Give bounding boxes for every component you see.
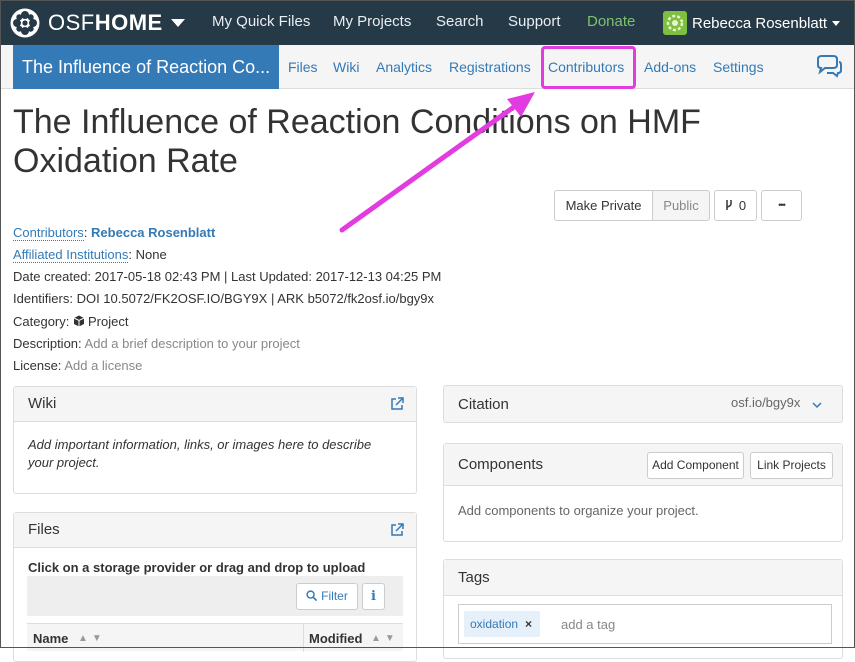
comments-icon[interactable] — [816, 55, 842, 79]
user-caret-down-icon — [832, 20, 841, 26]
make-private-button[interactable]: Make Private — [554, 190, 653, 221]
dates-line: Date created: 2017-05-18 02:43 PM | Last… — [13, 269, 442, 284]
tags-panel: Tags oxidation × — [443, 559, 843, 659]
fork-button[interactable]: 0 — [714, 190, 757, 221]
files-upload-hint: Click on a storage provider or drag and … — [28, 560, 366, 575]
citation-url: osf.io/bgy9x — [731, 395, 801, 410]
category-label: Category: — [13, 314, 70, 329]
nav-search[interactable]: Search — [436, 13, 484, 30]
tag-label: oxidation — [470, 617, 519, 631]
tags-input-box[interactable]: oxidation × — [458, 604, 832, 644]
files-panel: Files Click on a storage provider or dra… — [13, 512, 417, 662]
chevron-down-icon[interactable] — [812, 400, 822, 410]
wiki-panel-title: Wiki — [28, 395, 57, 412]
user-menu[interactable]: Rebecca Rosenblatt — [663, 10, 841, 36]
page-title: The Influence of Reaction Conditions on … — [13, 103, 701, 180]
tab-files[interactable]: Files — [288, 59, 318, 75]
tab-registrations[interactable]: Registrations — [449, 59, 531, 75]
tag-chip: oxidation × — [464, 611, 541, 637]
user-name: Rebecca Rosenblatt — [692, 14, 828, 32]
nav-my-quick-files[interactable]: My Quick Files — [212, 13, 310, 30]
nav-donate[interactable]: Donate — [587, 13, 635, 30]
link-projects-button[interactable]: Link Projects — [750, 452, 833, 479]
files-panel-heading: Files — [14, 513, 416, 548]
components-panel: Components Add Component Link Projects A… — [443, 443, 843, 542]
external-link-icon[interactable] — [390, 523, 404, 537]
project-title-tab[interactable]: The Influence of Reaction Co... — [13, 45, 279, 89]
fork-icon — [726, 200, 732, 210]
search-icon — [306, 590, 318, 602]
citation-panel[interactable]: Citation osf.io/bgy9x — [443, 385, 843, 423]
description-label: Description: — [13, 336, 82, 351]
info-button[interactable]: i — [362, 583, 385, 610]
filter-button[interactable]: Filter — [296, 583, 358, 610]
citation-panel-title: Citation — [458, 396, 509, 413]
col-header-name[interactable]: Name — [33, 631, 68, 646]
files-toolbar: Filter i — [27, 576, 403, 616]
category-line: Category: Project — [13, 314, 128, 329]
wiki-panel-heading: Wiki — [14, 387, 416, 422]
more-options-button[interactable]: ••• — [761, 190, 802, 221]
avatar — [663, 11, 687, 35]
tab-settings[interactable]: Settings — [713, 59, 764, 75]
contributors-label-link[interactable]: Contributors — [13, 225, 84, 241]
affiliated-institutions-line: Affiliated Institutions: None — [13, 247, 167, 263]
remove-tag-icon[interactable]: × — [525, 617, 532, 631]
description-line: Description: Add a brief description to … — [13, 336, 300, 351]
osf-home-brand[interactable]: OSFHOME — [10, 7, 185, 39]
external-link-icon[interactable] — [390, 397, 404, 411]
brand-name: OSFHOME — [48, 10, 163, 35]
contributors-line: Contributors: Rebecca Rosenblatt — [13, 225, 216, 241]
identifiers-line: Identifiers: DOI 10.5072/FK2OSF.IO/BGY9X… — [13, 291, 435, 306]
tab-contributors[interactable]: Contributors — [548, 59, 624, 75]
components-panel-title: Components — [458, 456, 544, 473]
col-header-modified[interactable]: Modified — [309, 631, 362, 646]
project-subnav: The Influence of Reaction Co... Files Wi… — [0, 45, 855, 89]
license-label: License: — [13, 358, 62, 373]
wiki-empty-text: Add important information, links, or ima… — [28, 437, 372, 470]
add-component-button[interactable]: Add Component — [647, 452, 744, 479]
osf-logo-icon — [10, 8, 40, 38]
components-empty-text: Add components to organize your project. — [458, 503, 699, 518]
components-panel-heading: Components Add Component Link Projects — [444, 444, 842, 486]
filter-label: Filter — [321, 589, 348, 603]
nav-support[interactable]: Support — [508, 13, 561, 30]
cube-icon — [73, 315, 85, 327]
tab-wiki[interactable]: Wiki — [333, 59, 359, 75]
tab-analytics[interactable]: Analytics — [376, 59, 432, 75]
fork-count: 0 — [738, 198, 747, 213]
affiliated-institutions-value: None — [135, 247, 167, 262]
tags-panel-title: Tags — [458, 569, 490, 586]
sort-modified-arrows-icon[interactable]: ▲▼ — [371, 633, 399, 644]
add-tag-input[interactable] — [559, 613, 759, 635]
license-editable[interactable]: Add a license — [64, 358, 142, 373]
tab-add-ons[interactable]: Add-ons — [644, 59, 696, 75]
public-button[interactable]: Public — [653, 190, 710, 221]
affiliated-institutions-link[interactable]: Affiliated Institutions — [13, 247, 129, 263]
top-navbar: OSFHOME My Quick Files My Projects Searc… — [0, 0, 855, 45]
files-panel-title: Files — [28, 521, 60, 538]
files-table-header: Name ▲▼ Modified ▲▼ — [27, 623, 403, 652]
contributor-name-link[interactable]: Rebecca Rosenblatt — [91, 225, 215, 240]
license-line: License: Add a license — [13, 358, 142, 373]
wiki-panel: Wiki Add important information, links, o… — [13, 386, 417, 494]
tags-panel-heading: Tags — [444, 560, 842, 596]
nav-my-projects[interactable]: My Projects — [333, 13, 411, 30]
brand-caret-down-icon[interactable] — [170, 19, 185, 27]
sort-name-arrows-icon[interactable]: ▲▼ — [78, 633, 106, 644]
description-editable[interactable]: Add a brief description to your project — [85, 336, 300, 351]
category-value: Project — [88, 314, 129, 329]
